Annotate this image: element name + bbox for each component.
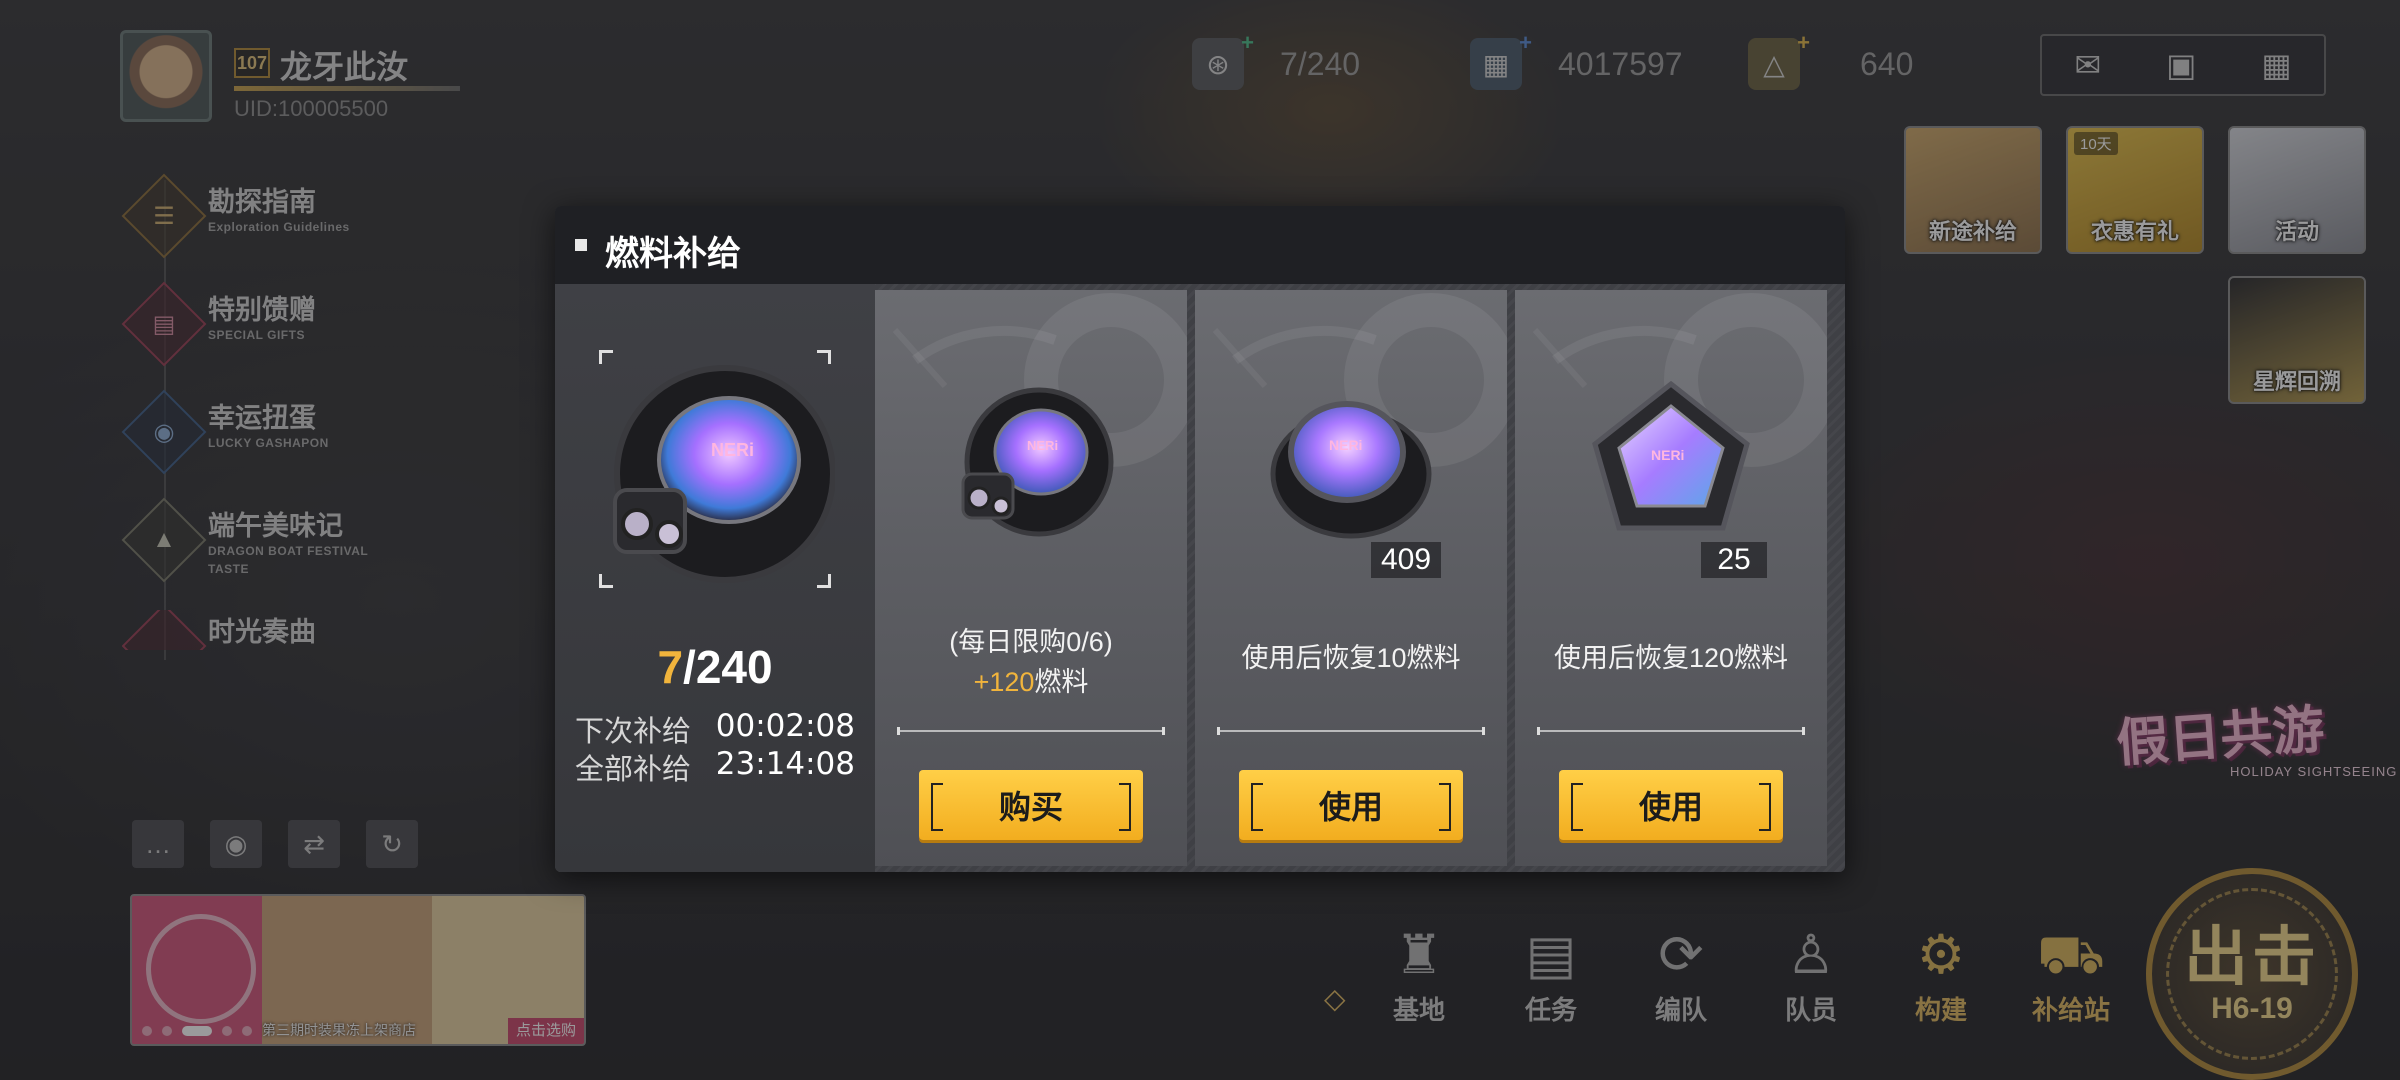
fuel-bonus-unit: 燃料: [1034, 667, 1089, 697]
fuel-max: 240: [695, 641, 773, 693]
svg-text:NERi: NERi: [1027, 438, 1058, 453]
fuel-current: 7: [657, 641, 684, 693]
item-description: 使用后恢复120燃料: [1553, 643, 1789, 673]
fuel-canister-icon: NERi: [613, 365, 835, 583]
use-large-fuel-button[interactable]: 使用: [1559, 770, 1783, 840]
fuel-status-panel: NERi 7/240 下次补给 00:02:08 全部补给 23:14:08: [555, 284, 875, 872]
dialog-header: 燃料补给: [555, 206, 1845, 284]
item-quantity: 25: [1701, 542, 1767, 578]
shop-card-large-fuel: NERi 25 使用后恢复120燃料 使用: [1515, 290, 1827, 866]
full-supply-label: 全部补给: [575, 754, 692, 786]
dialog-body: NERi 7/240 下次补给 00:02:08 全部补给 23:14:08 N…: [555, 284, 1845, 872]
fuel-bonus-text: +120燃料: [875, 660, 1187, 699]
fuel-count: 7/240: [657, 641, 773, 693]
fuel-canister-icon: NERi: [961, 387, 1114, 537]
purchase-limit-text: (每日限购0/6): [949, 627, 1113, 657]
item-quantity: 409: [1371, 542, 1442, 578]
shop-card-small-fuel: NERi 409 使用后恢复10燃料 使用: [1195, 290, 1507, 866]
buy-button[interactable]: 购买: [919, 770, 1143, 840]
next-supply-label: 下次补给: [575, 716, 692, 748]
svg-text:NERi: NERi: [1329, 437, 1362, 453]
svg-text:NERi: NERi: [1651, 447, 1684, 463]
item-description: 使用后恢复10燃料: [1241, 643, 1461, 673]
dialog-title: 燃料补给: [605, 235, 741, 273]
svg-text:NERi: NERi: [711, 440, 754, 460]
fuel-supply-dialog: 燃料补给 NERi 7/240 下次补给 00:02:08 全部补给 23:14…: [555, 206, 1845, 872]
card-divider: [897, 727, 1165, 735]
shop-card-buy-fuel: NERi (每日限购0/6) +120燃料 购买: [875, 290, 1187, 866]
fuel-bonus-amount: +120: [973, 667, 1035, 697]
next-supply-time: 00:02:08: [715, 708, 855, 744]
title-bullet-icon: [575, 239, 587, 251]
full-supply-row: 全部补给 23:14:08: [575, 746, 855, 788]
card-divider: [1537, 727, 1805, 735]
small-fuel-cell-icon: NERi: [1270, 401, 1432, 539]
full-supply-time: 23:14:08: [715, 746, 855, 782]
large-fuel-cell-icon: NERi: [1592, 380, 1750, 531]
card-divider: [1217, 727, 1485, 735]
use-small-fuel-button[interactable]: 使用: [1239, 770, 1463, 840]
next-supply-row: 下次补给 00:02:08: [575, 708, 855, 750]
